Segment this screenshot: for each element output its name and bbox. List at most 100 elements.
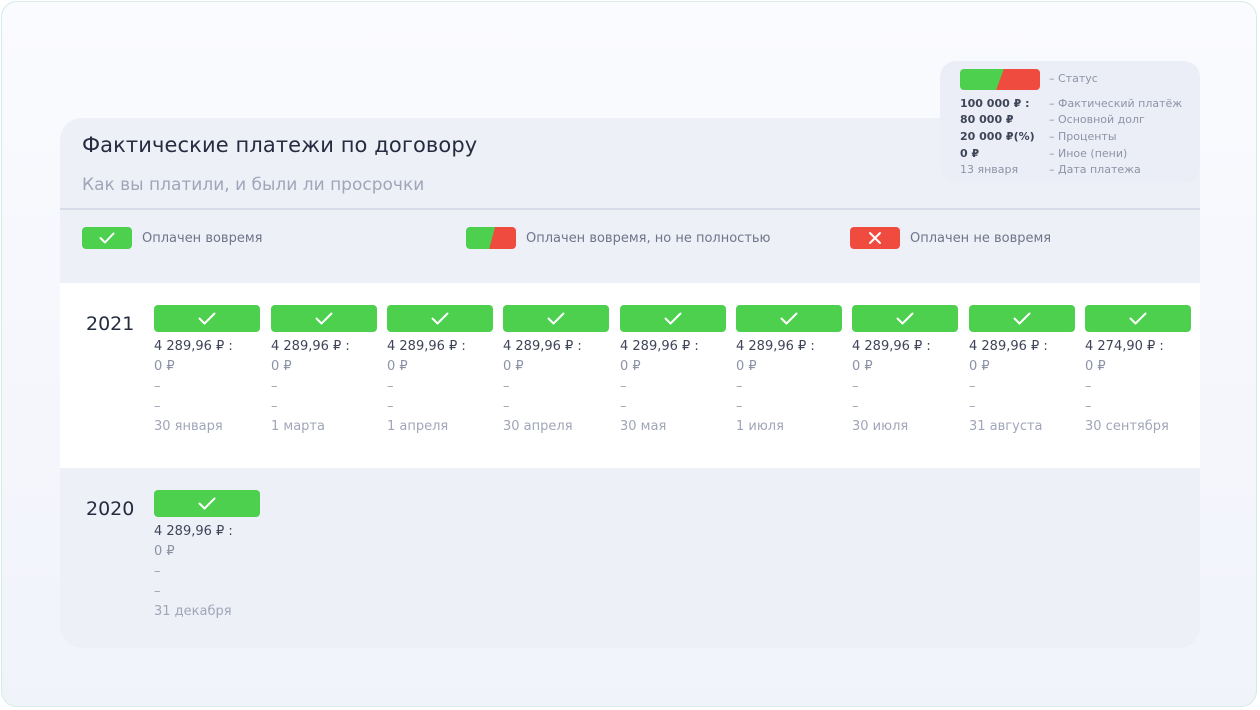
status-chip-on-time (154, 490, 260, 517)
header-divider (60, 208, 1200, 210)
payment-date: 31 августа (969, 419, 1043, 434)
check-icon (1013, 312, 1031, 325)
status-chip-on-time (387, 305, 493, 332)
payment-date: 31 декабря (154, 604, 232, 619)
payment-amount: 4 289,96 ₽ : (852, 339, 931, 354)
payment-item[interactable]: 4 289,96 ₽ : 0 ₽ – – 30 апреля (503, 305, 609, 437)
page-title: Фактические платежи по договору (82, 133, 478, 157)
status-chip-on-time (969, 305, 1075, 332)
payment-principal: 0 ₽ (852, 359, 873, 374)
payment-interest: – (1085, 379, 1092, 394)
info-row: 0 ₽ – Иное (пени) (960, 147, 1200, 163)
payment-item[interactable]: 4 289,96 ₽ : 0 ₽ – – 30 января (154, 305, 260, 437)
payment-item[interactable]: 4 289,96 ₽ : 0 ₽ – – 31 августа (969, 305, 1075, 437)
payment-interest: – (154, 564, 161, 579)
payment-other: – (1085, 399, 1092, 414)
legend-label-on-time: Оплачен вовремя (142, 230, 263, 246)
payment-interest: – (969, 379, 976, 394)
payment-date: 30 января (154, 419, 223, 434)
check-icon (547, 312, 565, 325)
payment-other: – (852, 399, 859, 414)
payment-principal: 0 ₽ (154, 544, 175, 559)
payment-interest: – (620, 379, 627, 394)
payment-item[interactable]: 4 289,96 ₽ : 0 ₽ – – 1 июля (736, 305, 842, 437)
payment-other: – (969, 399, 976, 414)
check-icon (99, 232, 115, 244)
payment-item[interactable]: 4 289,96 ₽ : 0 ₽ – – 30 июля (852, 305, 958, 437)
check-icon (664, 312, 682, 325)
payment-amount: 4 289,96 ₽ : (387, 339, 466, 354)
payment-date: 1 марта (271, 419, 325, 434)
payment-other: – (154, 584, 161, 599)
payment-principal: 0 ₽ (1085, 359, 1106, 374)
payment-interest: – (503, 379, 510, 394)
info-row: 13 января – Дата платежа (960, 163, 1200, 179)
payment-interest: – (852, 379, 859, 394)
status-legend: Оплачен вовремя Оплачен вовремя, но не п… (60, 226, 1200, 250)
payment-item[interactable]: 4 289,96 ₽ : 0 ₽ – – 1 марта (271, 305, 377, 437)
check-icon (315, 312, 333, 325)
info-desc: – Фактический платёж (1049, 97, 1183, 110)
payment-date: 1 апреля (387, 419, 449, 434)
payment-other: – (387, 399, 394, 414)
info-desc: – Проценты (1049, 130, 1117, 143)
info-legend: – Статус 100 000 ₽ : – Фактический платё… (940, 61, 1200, 183)
payment-item[interactable]: 4 274,90 ₽ : 0 ₽ – – 30 сентября (1085, 305, 1191, 437)
payment-interest: – (387, 379, 394, 394)
payment-date: 30 июля (852, 419, 909, 434)
payment-item[interactable]: 4 289,96 ₽ : 0 ₽ – – 31 декабря (154, 490, 260, 622)
legend-chip-partial (466, 227, 516, 249)
payment-principal: 0 ₽ (503, 359, 524, 374)
year-label: 2020 (86, 498, 135, 520)
legend-label-partial: Оплачен вовремя, но не полностью (526, 230, 771, 246)
payment-other: – (620, 399, 627, 414)
info-value: 13 января (960, 163, 1019, 176)
legend-label-late: Оплачен не вовремя (910, 230, 1052, 246)
payment-principal: 0 ₽ (969, 359, 990, 374)
payment-principal: 0 ₽ (736, 359, 757, 374)
payment-principal: 0 ₽ (271, 359, 292, 374)
payment-amount: 4 289,96 ₽ : (154, 524, 233, 539)
info-row: 100 000 ₽ : – Фактический платёж (960, 97, 1200, 113)
payment-date: 1 июля (736, 419, 784, 434)
check-icon (896, 312, 914, 325)
status-chip-on-time (852, 305, 958, 332)
payment-interest: – (154, 379, 161, 394)
info-row: 80 000 ₽ – Основной долг (960, 113, 1200, 129)
legend-chip-late (850, 227, 900, 249)
info-desc: – Основной долг (1049, 113, 1145, 126)
info-row-status: – Статус (960, 72, 1200, 88)
payment-other: – (736, 399, 743, 414)
year-label: 2021 (86, 313, 135, 335)
status-chip-on-time (271, 305, 377, 332)
payment-amount: 4 289,96 ₽ : (154, 339, 233, 354)
payment-other: – (154, 399, 161, 414)
status-chip-on-time (620, 305, 726, 332)
info-desc: – Иное (пени) (1049, 147, 1128, 160)
payment-amount: 4 289,96 ₽ : (969, 339, 1048, 354)
payment-other: – (503, 399, 510, 414)
payment-amount: 4 289,96 ₽ : (736, 339, 815, 354)
payment-date: 30 сентября (1085, 419, 1169, 434)
check-icon (1129, 312, 1147, 325)
payment-item[interactable]: 4 289,96 ₽ : 0 ₽ – – 30 мая (620, 305, 726, 437)
info-status-desc: – Статус (1049, 72, 1098, 85)
info-value: 100 000 ₽ : (960, 97, 1030, 110)
payment-date: 30 мая (620, 419, 667, 434)
payment-date: 30 апреля (503, 419, 573, 434)
status-chip-on-time (736, 305, 842, 332)
info-value: 0 ₽ (960, 147, 980, 160)
page-subtitle: Как вы платили, и были ли просрочки (82, 175, 425, 195)
payment-amount: 4 289,96 ₽ : (503, 339, 582, 354)
payment-amount: 4 289,96 ₽ : (271, 339, 350, 354)
info-row: 20 000 ₽(%) – Проценты (960, 130, 1200, 146)
legend-chip-on-time (82, 227, 132, 249)
status-chip-on-time (154, 305, 260, 332)
status-chip-on-time (1085, 305, 1191, 332)
cross-icon (869, 232, 881, 244)
info-value: 80 000 ₽ (960, 113, 1014, 126)
payment-item[interactable]: 4 289,96 ₽ : 0 ₽ – – 1 апреля (387, 305, 493, 437)
status-chip-on-time (503, 305, 609, 332)
payment-principal: 0 ₽ (387, 359, 408, 374)
payment-other: – (271, 399, 278, 414)
